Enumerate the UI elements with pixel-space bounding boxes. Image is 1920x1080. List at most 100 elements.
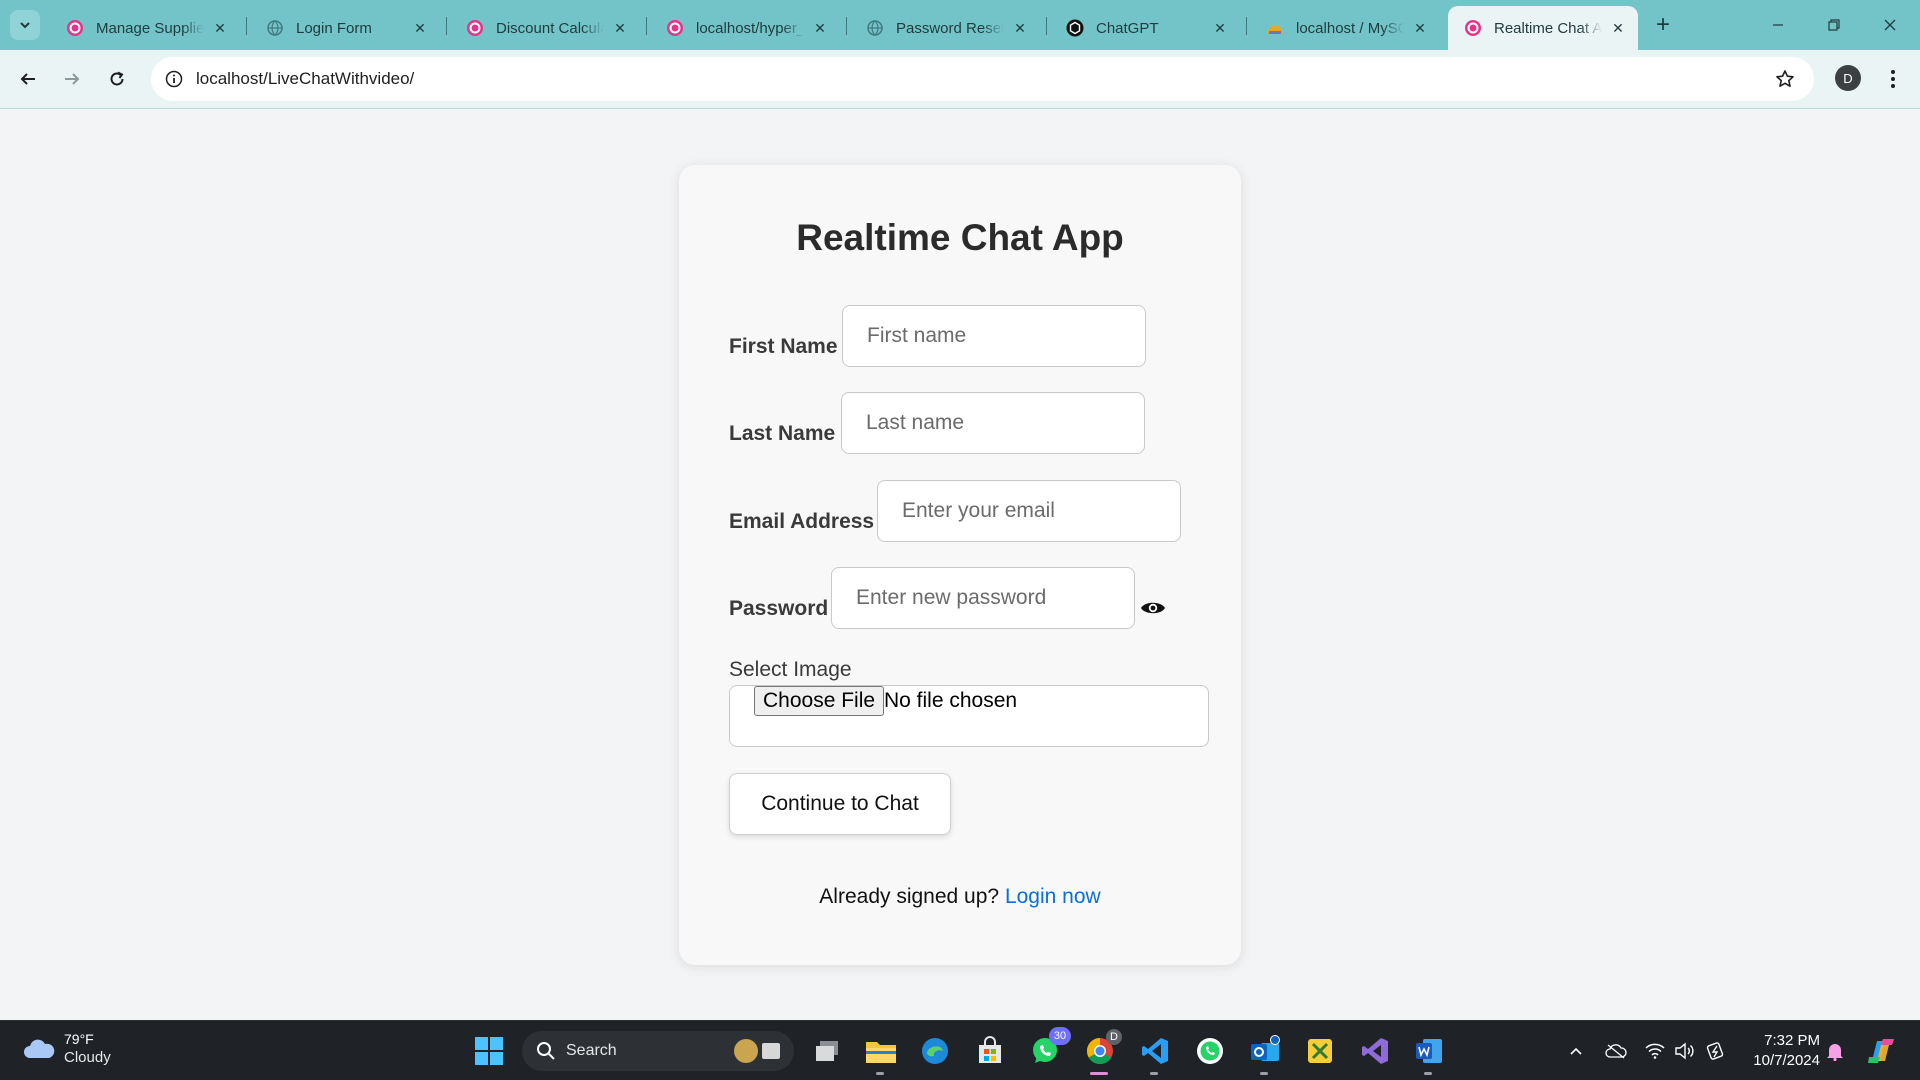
first-name-input[interactable] [842,305,1146,367]
close-icon[interactable]: ✕ [1210,18,1230,38]
chevron-up-icon [1570,1047,1582,1055]
email-input[interactable] [877,480,1181,542]
reload-icon [110,71,124,86]
wifi-icon [1645,1043,1665,1059]
close-window-button[interactable] [1862,0,1918,50]
word-icon [1416,1039,1442,1063]
running-indicator [1260,1072,1268,1075]
restore-button[interactable] [1806,0,1862,50]
start-button[interactable] [471,1033,507,1069]
arrow-left-icon [20,73,35,85]
copilot-button[interactable] [1866,1039,1896,1063]
globe-icon [866,19,884,37]
microsoft-store-button[interactable] [972,1033,1008,1069]
whatsapp-desktop-icon [1197,1038,1223,1064]
tab-manage-suppliers[interactable]: Manage Supplie ✕ [50,6,240,50]
close-icon[interactable]: ✕ [1410,18,1430,38]
close-icon[interactable]: ✕ [810,18,830,38]
profile-avatar[interactable]: D [1835,65,1861,91]
login-prompt: Already signed up? Login now [679,885,1241,909]
tab-separator [846,17,847,35]
password-label: Password [729,597,829,620]
task-view-button[interactable] [809,1033,845,1069]
outlook-button[interactable] [1247,1033,1283,1075]
network-status[interactable] [1643,1039,1667,1063]
whatsapp-desktop-button[interactable] [1192,1033,1228,1069]
tab-separator [246,17,247,35]
tab-realtime-chat-app[interactable]: Realtime Chat Ap ✕ [1448,6,1638,50]
onedrive-status[interactable] [1604,1039,1628,1063]
close-icon [1884,19,1896,31]
browser-menu-button[interactable] [1880,64,1906,94]
cloud-offline-icon [1605,1044,1627,1059]
close-icon[interactable]: ✕ [410,18,430,38]
snipping-tool-button[interactable] [1302,1033,1338,1069]
image-file-input[interactable]: Choose File No file chosen [729,685,1209,747]
tab-login-form[interactable]: Login Form ✕ [250,6,440,50]
new-tab-button[interactable]: + [1650,11,1676,38]
close-icon[interactable]: ✕ [210,18,230,38]
chrome-button[interactable]: D [1082,1029,1122,1075]
copilot-icon [1868,1039,1894,1063]
notifications-button[interactable] [1823,1039,1847,1063]
site-info-icon[interactable] [163,68,185,90]
file-explorer-button[interactable] [863,1033,899,1075]
minimize-icon [1773,24,1783,26]
weather-widget[interactable]: 79°F Cloudy [22,1030,111,1067]
tab-title: Manage Supplie [96,19,204,37]
clock-time: 7:32 PM [1764,1032,1820,1049]
tab-search-button[interactable] [10,10,40,40]
minimize-button[interactable] [1750,0,1806,50]
login-now-link[interactable]: Login now [1005,885,1101,908]
forward-button[interactable] [57,64,87,94]
vscode-icon [1142,1038,1168,1064]
show-hidden-icons-button[interactable] [1564,1039,1588,1063]
eye-icon[interactable] [1140,598,1166,618]
tab-discount-calculator[interactable]: Discount Calcula ✕ [450,6,640,50]
php-project-icon [666,19,684,37]
store-icon [979,1036,1001,1063]
browser-toolbar: localhost/LiveChatWithvideo/ D [0,50,1920,109]
tab-separator [1046,17,1047,35]
word-button[interactable] [1411,1033,1447,1075]
battery-status[interactable] [1704,1039,1728,1063]
notification-badge: 30 [1049,1027,1071,1045]
last-name-label: Last Name [729,422,836,445]
windows-taskbar: 79°F Cloudy Search 30 D 7:32 PM 10/7/202… [0,1020,1920,1080]
search-icon [537,1042,555,1060]
close-icon[interactable]: ✕ [1010,18,1030,38]
address-bar[interactable]: localhost/LiveChatWithvideo/ [151,57,1814,101]
tab-password-reset[interactable]: Password Reset F ✕ [850,6,1040,50]
tab-title: localhost/hyper_ [696,19,804,37]
visual-studio-button[interactable] [1357,1033,1393,1069]
active-indicator [1090,1072,1108,1075]
cloud-icon [24,1039,55,1058]
profile-badge: D [1106,1029,1122,1045]
tab-chatgpt[interactable]: ChatGPT ✕ [1050,6,1240,50]
tab-phpmyadmin[interactable]: localhost / MySQ ✕ [1250,6,1440,50]
bookmark-star-icon[interactable] [1774,68,1796,90]
more-vertical-icon [1891,70,1895,88]
signup-card: Realtime Chat App First Name Last Name E… [679,165,1241,965]
taskbar-search-box[interactable]: Search [522,1031,794,1071]
system-clock[interactable]: 7:32 PM 10/7/2024 [1740,1031,1820,1071]
tab-separator [646,17,647,35]
email-label: Email Address [729,510,875,533]
volume-control[interactable] [1673,1039,1697,1063]
reload-button[interactable] [102,64,132,94]
last-name-input[interactable] [841,392,1145,454]
first-name-label: First Name [729,335,838,358]
vscode-button[interactable] [1137,1033,1173,1075]
tab-localhost-hyper[interactable]: localhost/hyper_ ✕ [650,6,840,50]
close-icon[interactable]: ✕ [1608,18,1628,38]
password-input[interactable] [831,567,1135,629]
arrow-right-icon [65,73,80,85]
close-icon[interactable]: ✕ [610,18,630,38]
continue-to-chat-button[interactable]: Continue to Chat [729,773,951,835]
choose-file-button[interactable]: Choose File [754,686,885,716]
whatsapp-button[interactable]: 30 [1027,1027,1071,1069]
edge-icon [922,1038,948,1064]
chatgpt-icon [1066,19,1084,37]
edge-button[interactable] [917,1033,953,1069]
back-button[interactable] [13,64,43,94]
